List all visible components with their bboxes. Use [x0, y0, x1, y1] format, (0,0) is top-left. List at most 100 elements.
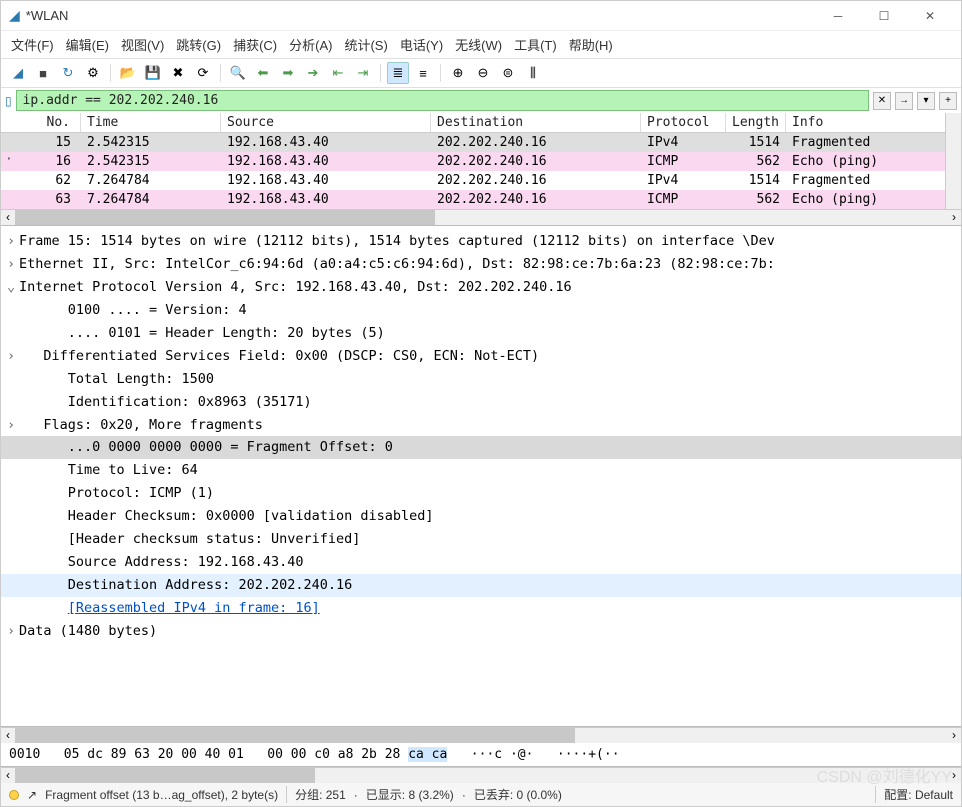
display-filter-input[interactable]: [16, 90, 869, 111]
detail-row[interactable]: Time to Live: 64: [1, 459, 961, 482]
detail-row[interactable]: ›Data (1480 bytes): [1, 620, 961, 643]
zoom-in-icon[interactable]: ⊕: [447, 62, 469, 84]
menu-help[interactable]: 帮助(H): [569, 35, 613, 54]
cell-len: 562: [726, 190, 786, 209]
zoom-out-icon[interactable]: ⊖: [472, 62, 494, 84]
status-field: Fragment offset (13 b…ag_offset), 2 byte…: [45, 788, 278, 802]
detail-row[interactable]: Header Checksum: 0x0000 [validation disa…: [1, 505, 961, 528]
detail-row[interactable]: .... 0101 = Header Length: 20 bytes (5): [1, 322, 961, 345]
cell-dst: 202.202.240.16: [431, 133, 641, 152]
col-no[interactable]: No.: [1, 113, 81, 132]
forward-icon[interactable]: ➡: [277, 62, 299, 84]
maximize-button[interactable]: ☐: [861, 1, 907, 31]
resize-columns-icon[interactable]: ⫼: [522, 62, 544, 84]
detail-row[interactable]: Protocol: ICMP (1): [1, 482, 961, 505]
detail-row[interactable]: Destination Address: 202.202.240.16: [1, 574, 961, 597]
goto-icon[interactable]: ➔: [302, 62, 324, 84]
cell-src: 192.168.43.40: [221, 190, 431, 209]
cell-proto: ICMP: [641, 152, 726, 171]
col-source[interactable]: Source: [221, 113, 431, 132]
status-dropped: 已丢弃: 0 (0.0%): [474, 786, 562, 803]
first-icon[interactable]: ⇤: [327, 62, 349, 84]
cell-no: 62: [1, 171, 81, 190]
packet-row[interactable]: 627.264784192.168.43.40202.202.240.16IPv…: [1, 171, 961, 190]
status-profile[interactable]: 配置: Default: [875, 786, 953, 803]
packet-row[interactable]: 152.542315192.168.43.40202.202.240.16IPv…: [1, 133, 961, 152]
clear-filter-button[interactable]: ✕: [873, 92, 891, 110]
detail-row[interactable]: ...0 0000 0000 0000 = Fragment Offset: 0: [1, 436, 961, 459]
col-destination[interactable]: Destination: [431, 113, 641, 132]
expert-led-icon[interactable]: [9, 790, 19, 800]
restart-capture-icon[interactable]: ↻: [57, 62, 79, 84]
detail-row[interactable]: Source Address: 192.168.43.40: [1, 551, 961, 574]
packet-row[interactable]: 162.542315192.168.43.40202.202.240.16ICM…: [1, 152, 961, 171]
last-icon[interactable]: ⇥: [352, 62, 374, 84]
status-sep2: ·: [462, 788, 466, 802]
start-capture-icon[interactable]: ◢: [7, 62, 29, 84]
packet-list-hscroll[interactable]: ‹›: [1, 209, 961, 225]
bytes-hscroll[interactable]: ‹›: [1, 767, 961, 783]
packet-row[interactable]: 637.264784192.168.43.40202.202.240.16ICM…: [1, 190, 961, 209]
titlebar: ◢ *WLAN ─ ☐ ✕: [1, 1, 961, 31]
cell-proto: IPv4: [641, 171, 726, 190]
menu-wireless[interactable]: 无线(W): [455, 35, 502, 54]
zoom-reset-icon[interactable]: ⊜: [497, 62, 519, 84]
cell-dst: 202.202.240.16: [431, 190, 641, 209]
reload-icon[interactable]: ⟳: [192, 62, 214, 84]
cell-len: 1514: [726, 133, 786, 152]
cell-src: 192.168.43.40: [221, 133, 431, 152]
add-filter-button[interactable]: +: [939, 92, 957, 110]
options-icon[interactable]: ⚙: [82, 62, 104, 84]
col-length[interactable]: Length: [726, 113, 786, 132]
capture-file-icon[interactable]: ↗: [27, 788, 37, 802]
packet-details-pane[interactable]: ›Frame 15: 1514 bytes on wire (12112 bit…: [1, 226, 961, 727]
minimize-button[interactable]: ─: [815, 1, 861, 31]
details-hscroll[interactable]: ‹›: [1, 727, 961, 743]
menu-analyze[interactable]: 分析(A): [289, 35, 332, 54]
filter-history-button[interactable]: ▾: [917, 92, 935, 110]
apply-filter-button[interactable]: →: [895, 92, 913, 110]
autoscroll-icon[interactable]: ≣: [387, 62, 409, 84]
detail-row[interactable]: ›Ethernet II, Src: IntelCor_c6:94:6d (a0…: [1, 253, 961, 276]
open-icon[interactable]: 📂: [117, 62, 139, 84]
bytes-hex2: 00 00 c0 a8 2b 28: [267, 747, 408, 762]
detail-row[interactable]: › Differentiated Services Field: 0x00 (D…: [1, 345, 961, 368]
cell-info: Echo (ping): [786, 152, 961, 171]
back-icon[interactable]: ⬅: [252, 62, 274, 84]
menu-tools[interactable]: 工具(T): [514, 35, 557, 54]
menu-go[interactable]: 跳转(G): [176, 35, 221, 54]
menu-statistics[interactable]: 统计(S): [344, 35, 387, 54]
detail-row[interactable]: [Reassembled IPv4 in frame: 16]: [1, 597, 961, 620]
menu-view[interactable]: 视图(V): [121, 35, 164, 54]
save-icon[interactable]: 💾: [142, 62, 164, 84]
col-info[interactable]: Info: [786, 113, 961, 132]
bookmark-icon[interactable]: ▯: [5, 94, 12, 108]
col-protocol[interactable]: Protocol: [641, 113, 726, 132]
detail-row[interactable]: [Header checksum status: Unverified]: [1, 528, 961, 551]
detail-row[interactable]: Identification: 0x8963 (35171): [1, 391, 961, 414]
bytes-ascii: ···c ·@· ····+(··: [447, 747, 619, 762]
cell-src: 192.168.43.40: [221, 152, 431, 171]
cell-proto: ICMP: [641, 190, 726, 209]
packet-bytes-pane[interactable]: 0010 05 dc 89 63 20 00 40 01 00 00 c0 a8…: [1, 743, 961, 767]
find-icon[interactable]: 🔍: [227, 62, 249, 84]
detail-row[interactable]: › Flags: 0x20, More fragments: [1, 414, 961, 437]
stop-capture-icon[interactable]: ■: [32, 62, 54, 84]
close-button[interactable]: ✕: [907, 1, 953, 31]
cell-info: Fragmented: [786, 171, 961, 190]
col-time[interactable]: Time: [81, 113, 221, 132]
packet-list-vscroll[interactable]: [945, 113, 961, 209]
colorize-icon[interactable]: ≡: [412, 62, 434, 84]
packet-list-pane: No. Time Source Destination Protocol Len…: [1, 113, 961, 226]
cell-dst: 202.202.240.16: [431, 152, 641, 171]
detail-row[interactable]: 0100 .... = Version: 4: [1, 299, 961, 322]
menu-edit[interactable]: 编辑(E): [66, 35, 109, 54]
detail-row[interactable]: Total Length: 1500: [1, 368, 961, 391]
detail-row[interactable]: ⌄Internet Protocol Version 4, Src: 192.1…: [1, 276, 961, 299]
detail-row[interactable]: ›Frame 15: 1514 bytes on wire (12112 bit…: [1, 230, 961, 253]
menu-telephony[interactable]: 电话(Y): [400, 35, 443, 54]
close-file-icon[interactable]: ✖: [167, 62, 189, 84]
menu-file[interactable]: 文件(F): [11, 35, 54, 54]
cell-src: 192.168.43.40: [221, 171, 431, 190]
menu-capture[interactable]: 捕获(C): [233, 35, 277, 54]
